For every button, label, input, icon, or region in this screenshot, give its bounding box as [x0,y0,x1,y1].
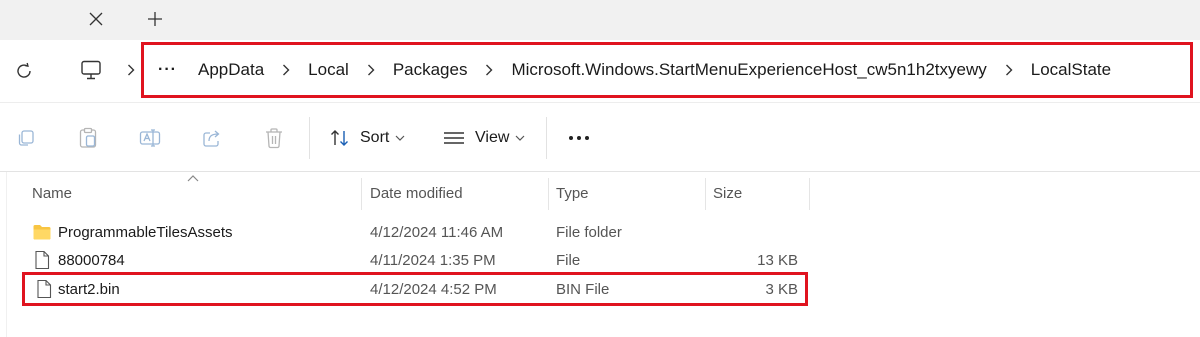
delete-icon [266,128,282,149]
tab-strip [0,0,1200,40]
breadcrumb-item-local[interactable]: Local [308,60,349,80]
column-divider[interactable] [361,178,362,210]
breadcrumb-separator[interactable] [264,60,308,80]
paste-icon [79,127,97,148]
file-date: 4/12/2024 11:46 AM [370,224,504,241]
chevron-right-icon [128,64,135,76]
breadcrumb-item-localstate[interactable]: LocalState [1031,60,1111,80]
chevron-down-icon [515,135,525,141]
breadcrumb-item-packages[interactable]: Packages [393,60,468,80]
breadcrumb-item-startmenuexperiencehost[interactable]: Microsoft.Windows.StartMenuExperienceHos… [511,60,986,80]
copy-button[interactable] [14,126,38,150]
file-size: 13 KB [757,252,798,269]
column-header-type[interactable]: Type [556,185,589,202]
command-bar: Sort View [0,102,1200,172]
file-type: BIN File [556,281,610,298]
column-header-row: Name Date modified Type Size [0,172,810,214]
chevron-right-icon [486,64,493,76]
breadcrumb-root-chevron[interactable] [124,61,138,79]
chevron-right-icon [367,64,375,76]
sort-ascending-icon [187,175,199,182]
file-icon [37,279,52,299]
column-header-name[interactable]: Name [32,185,72,202]
column-divider[interactable] [705,178,706,210]
sort-button[interactable]: Sort [330,126,405,150]
table-row[interactable]: ProgrammableTilesAssets 4/12/2024 11:46 … [0,219,810,246]
view-button[interactable]: View [443,126,525,150]
chevron-right-icon [1005,64,1013,76]
address-row: ··· AppData Local Packages Microsoft.Win… [0,40,1200,102]
file-name: start2.bin [58,281,120,298]
view-list-icon [444,132,464,144]
file-type: File [556,252,581,269]
file-icon [35,250,50,270]
file-size: 3 KB [765,281,798,298]
sort-label: Sort [360,129,390,146]
rename-button[interactable] [138,126,162,150]
table-row[interactable]: 88000784 4/11/2024 1:35 PM File 13 KB [0,247,810,274]
file-name: 88000784 [58,252,125,269]
column-header-size[interactable]: Size [713,185,742,202]
this-pc-button[interactable] [78,57,104,83]
table-row-highlighted[interactable]: start2.bin 4/12/2024 4:52 PM BIN File 3 … [22,272,808,306]
refresh-button[interactable] [12,59,36,83]
file-date: 4/12/2024 4:52 PM [370,281,497,298]
view-label: View [475,129,510,146]
breadcrumb-item-appdata[interactable]: AppData [198,60,264,80]
command-divider [546,117,547,159]
breadcrumb-separator[interactable] [467,60,511,80]
file-date: 4/11/2024 1:35 PM [370,252,496,269]
file-name: ProgrammableTilesAssets [58,224,233,241]
chevron-right-icon [283,64,290,76]
share-button[interactable] [200,126,224,150]
delete-button[interactable] [262,126,286,150]
folder-icon [33,225,51,240]
more-icon [569,136,589,140]
rename-icon [139,129,161,147]
breadcrumb-overflow-button[interactable]: ··· [158,60,184,80]
breadcrumb: ··· AppData Local Packages Microsoft.Win… [141,42,1193,98]
share-icon [203,130,220,147]
command-divider [309,117,310,159]
plus-icon [148,12,162,26]
refresh-icon [17,62,31,78]
file-list: Name Date modified Type Size Programmabl… [0,172,1200,337]
sort-icon [331,130,348,146]
new-tab-button[interactable] [143,7,167,31]
file-type: File folder [556,224,622,241]
monitor-icon [81,60,101,80]
close-tab-button[interactable] [84,7,108,31]
column-divider[interactable] [809,178,810,210]
chevron-down-icon [395,135,405,141]
copy-icon [18,130,34,146]
breadcrumb-separator[interactable] [349,60,393,80]
paste-button[interactable] [76,126,100,150]
breadcrumb-separator[interactable] [987,60,1031,80]
see-more-button[interactable] [566,129,592,147]
column-divider[interactable] [548,178,549,210]
column-header-date[interactable]: Date modified [370,185,463,202]
close-icon [89,12,103,26]
